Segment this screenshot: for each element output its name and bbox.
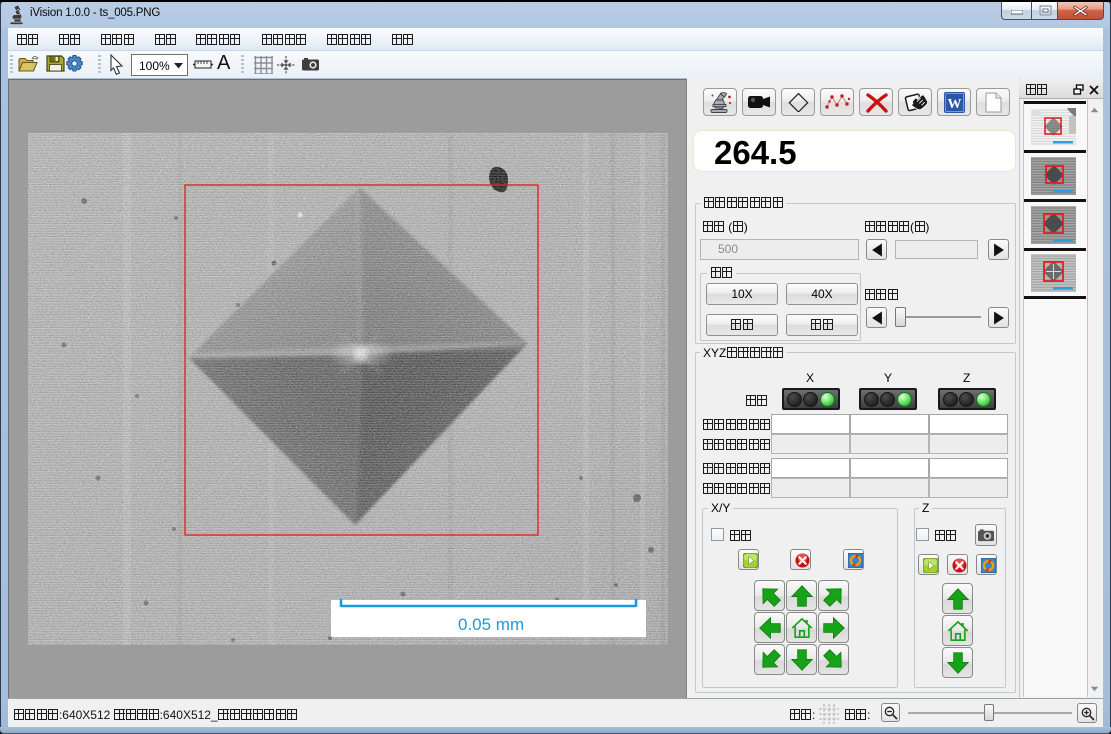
svg-text:W: W <box>948 97 962 112</box>
svg-text:0.05 mm: 0.05 mm <box>458 615 524 634</box>
